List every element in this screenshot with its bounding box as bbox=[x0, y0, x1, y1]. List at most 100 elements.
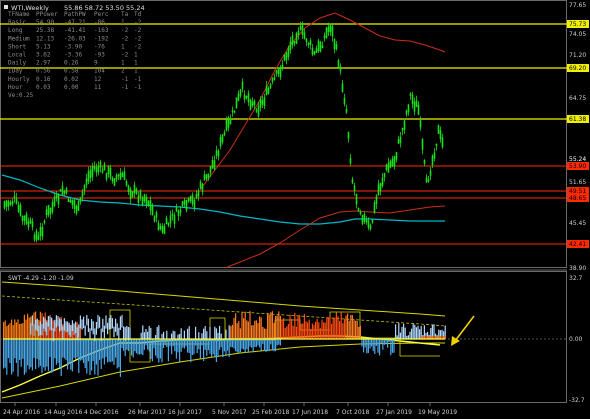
histogram-bar-down bbox=[159, 339, 161, 359]
candle-body bbox=[409, 93, 412, 96]
table-cell: -41.41 bbox=[64, 27, 86, 34]
histogram-bar-up bbox=[6, 326, 8, 339]
histogram-bar-light bbox=[119, 316, 121, 331]
histogram-bar-down bbox=[247, 339, 249, 352]
histogram-bar-light bbox=[217, 332, 219, 339]
histogram-bar-up bbox=[17, 319, 19, 339]
histogram-bar-down bbox=[84, 339, 86, 369]
histogram-bar-light bbox=[143, 332, 145, 339]
candle-body bbox=[271, 78, 274, 82]
candle-body bbox=[53, 196, 56, 206]
histogram-bar-down bbox=[14, 339, 16, 359]
table-cell: 3.62 bbox=[36, 52, 51, 59]
histogram-bar-light bbox=[31, 315, 33, 326]
candle-body bbox=[371, 219, 374, 223]
histogram-bar-down bbox=[190, 339, 192, 363]
candle-body bbox=[439, 130, 442, 140]
indicator-title: SWT -4.29 -1.20 -1.09 bbox=[8, 275, 74, 282]
candle-body bbox=[393, 156, 396, 167]
candle-body bbox=[35, 230, 38, 241]
histogram-bar-down bbox=[150, 339, 152, 359]
candle-body bbox=[173, 215, 176, 224]
histogram-bar-light bbox=[409, 331, 411, 339]
histogram-bar-up bbox=[319, 328, 321, 339]
candle-body bbox=[245, 95, 248, 99]
histogram-bar-light bbox=[43, 316, 45, 329]
candle-body bbox=[251, 101, 254, 107]
histogram-bar-up bbox=[315, 321, 317, 339]
histogram-bar-up bbox=[287, 323, 289, 339]
candle-body bbox=[147, 200, 150, 207]
histogram-bar-down bbox=[100, 339, 102, 369]
histogram-bar-up bbox=[11, 319, 13, 339]
histogram-bar-down bbox=[366, 339, 368, 354]
histogram-bar-light bbox=[161, 333, 163, 339]
candle-body bbox=[133, 184, 136, 194]
candle-body bbox=[411, 94, 414, 104]
histogram-bar-down bbox=[65, 339, 67, 360]
histogram-bar-light bbox=[49, 316, 51, 331]
histogram-bar-up bbox=[302, 323, 304, 339]
candle-body bbox=[275, 70, 278, 74]
histogram-bar-light bbox=[395, 324, 397, 339]
histogram-bar-down bbox=[363, 339, 365, 353]
table-cell: 11 bbox=[94, 84, 102, 91]
table-cell: 12.13 bbox=[36, 35, 54, 42]
histogram-bar-down bbox=[11, 339, 13, 375]
histogram-bar-down bbox=[217, 339, 219, 358]
candle-body bbox=[87, 171, 90, 182]
histogram-bar-up bbox=[327, 317, 329, 339]
candle-body bbox=[83, 184, 86, 191]
histogram-bar-light bbox=[91, 319, 93, 331]
histogram-bar-down bbox=[379, 339, 381, 356]
candle-body bbox=[107, 166, 110, 174]
histogram-bar-light bbox=[201, 333, 203, 339]
candle-body bbox=[297, 30, 300, 36]
candle-body bbox=[383, 173, 386, 178]
histogram-bar-down bbox=[155, 339, 157, 356]
table-header-cell: PPower bbox=[36, 11, 58, 18]
histogram-bar-up bbox=[351, 315, 353, 339]
candle-body bbox=[227, 117, 230, 128]
candle-body bbox=[381, 177, 384, 187]
histogram-bar-up bbox=[3, 322, 5, 339]
candle-body bbox=[193, 199, 196, 208]
histogram-bar-down bbox=[118, 339, 120, 368]
candle-body bbox=[291, 35, 294, 46]
candle-body bbox=[357, 207, 360, 212]
histogram-bar-down bbox=[105, 339, 107, 358]
histogram-bar-up bbox=[233, 317, 235, 339]
histogram-bar-down bbox=[86, 339, 88, 374]
histogram-bar-down bbox=[215, 339, 217, 363]
histogram-bar-light bbox=[102, 318, 104, 333]
candle-body bbox=[57, 194, 60, 205]
candle-body bbox=[277, 67, 280, 75]
histogram-bar-up bbox=[323, 322, 325, 339]
candle-body bbox=[219, 137, 222, 147]
histogram-bar-light bbox=[415, 327, 417, 339]
candle-body bbox=[281, 64, 284, 68]
candle-body bbox=[375, 195, 378, 205]
histogram-bar-up bbox=[326, 317, 328, 339]
histogram-bar-down bbox=[203, 339, 205, 361]
histogram-bar-down bbox=[220, 339, 222, 348]
table-cell: -76 bbox=[94, 43, 105, 50]
histogram-bar-down bbox=[211, 339, 213, 357]
histogram-bar-down bbox=[87, 339, 89, 362]
histogram-bar-light bbox=[81, 319, 83, 330]
candle-body bbox=[355, 193, 358, 205]
candle-body bbox=[67, 198, 70, 203]
histogram-bar-down bbox=[367, 339, 369, 353]
candle-body bbox=[261, 99, 264, 105]
histogram-bar-down bbox=[177, 339, 179, 353]
histogram-bar-down bbox=[60, 339, 62, 377]
table-cell: -93 bbox=[94, 52, 105, 59]
candle-body bbox=[391, 158, 394, 167]
table-cell: 104 bbox=[94, 68, 105, 75]
histogram-bar-down bbox=[166, 339, 168, 348]
histogram-bar-down bbox=[55, 339, 57, 365]
candle-body bbox=[327, 26, 330, 33]
histogram-bar-down bbox=[121, 339, 123, 349]
candle-body bbox=[345, 108, 348, 113]
histogram-bar-down bbox=[99, 339, 101, 360]
